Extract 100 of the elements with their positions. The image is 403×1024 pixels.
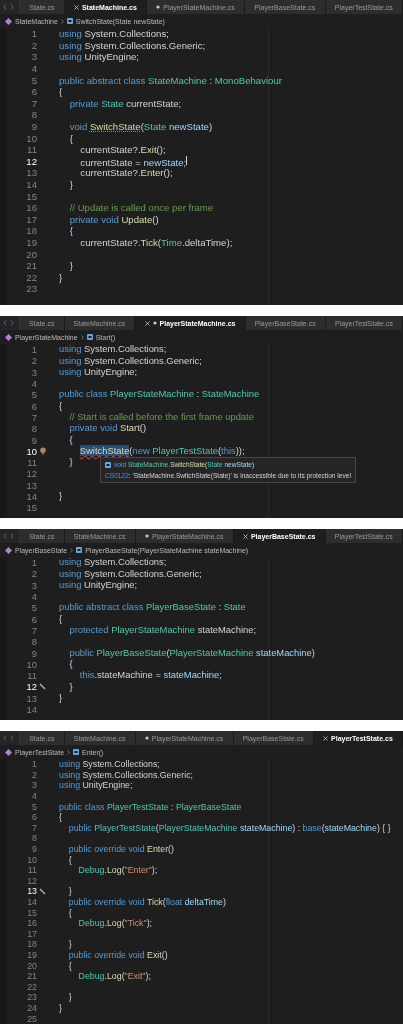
line-number: 3 <box>31 780 37 791</box>
code-line: { <box>67 907 72 918</box>
line-number: 10 <box>25 445 37 457</box>
code-line: using UnityEngine; <box>59 780 133 791</box>
line-number: 7 <box>30 97 37 109</box>
line-number: 10 <box>26 854 37 865</box>
line-number: 14 <box>25 704 37 715</box>
line-number: 11 <box>26 144 37 156</box>
code-line: private State currentState; <box>68 97 182 109</box>
code-line: using System.Collections.Generic; <box>59 769 193 780</box>
code-line: private void Start() <box>68 423 147 435</box>
line-number: 13 <box>25 479 37 491</box>
code-line: public override void Enter() <box>67 844 174 855</box>
line-number: 6 <box>31 812 37 823</box>
forward-icon[interactable] <box>10 533 14 539</box>
code-line: public PlayerTestState(PlayerStateMachine stateMachine) : base(stateMachine) { } <box>67 822 391 833</box>
code-line: Debug.Log("Enter"); <box>77 865 158 876</box>
back-icon[interactable] <box>3 320 7 326</box>
back-icon[interactable] <box>3 4 7 10</box>
close-icon[interactable] <box>144 320 150 326</box>
code-line: using System.Collections; <box>59 28 169 40</box>
code-line: currentState?.Enter(); <box>79 167 173 179</box>
line-number: 23 <box>25 283 37 295</box>
line-number: 14 <box>26 897 37 907</box>
code-line: { <box>68 658 73 670</box>
line-number: 20 <box>25 248 37 260</box>
code-line: using System.Collections; <box>59 557 167 569</box>
code-line: } <box>68 681 73 693</box>
line-number: 12 <box>25 155 37 167</box>
line-number: 16 <box>25 202 37 214</box>
code-line: } <box>59 271 63 283</box>
line-number: 21 <box>25 260 37 272</box>
code-line: } <box>68 179 73 191</box>
line-number: 13 <box>26 886 37 897</box>
code-line: { <box>68 132 73 144</box>
code-line: } <box>59 491 63 502</box>
code-line: public PlayerBaseState(PlayerStateMachine stateMachine) <box>68 647 315 659</box>
close-icon[interactable] <box>242 533 248 539</box>
line-number: 9 <box>30 647 37 659</box>
forward-icon[interactable] <box>10 735 14 741</box>
code-line: this.stateMachine = stateMachine; <box>78 670 222 681</box>
line-number: 1 <box>30 28 37 40</box>
line-number: 1 <box>30 344 37 356</box>
code-line: using System.Collections.Generic; <box>59 39 206 51</box>
line-number: 19 <box>25 237 37 248</box>
code-line: SwitchState(new PlayerTestState(this)); <box>78 445 245 457</box>
line-number: 6 <box>30 613 37 625</box>
class-icon <box>5 17 12 25</box>
code-line: public override void Tick(float deltaTime) <box>67 896 226 908</box>
line-number: 5 <box>30 602 37 614</box>
code-line: { <box>59 613 63 625</box>
code-line: { <box>59 400 63 412</box>
forward-icon[interactable] <box>10 320 14 326</box>
code-line: { <box>67 854 72 865</box>
line-number: 3 <box>30 579 37 591</box>
lightbulb-icon[interactable] <box>39 447 47 456</box>
line-number: 2 <box>31 769 37 780</box>
line-number: 12 <box>25 681 37 693</box>
code-line: currentState?.Exit(); <box>79 144 166 156</box>
line-number: 1 <box>30 557 37 569</box>
code-line: Debug.Log("Tick"); <box>77 918 152 929</box>
close-icon[interactable] <box>323 735 329 741</box>
line-number: 22 <box>25 271 37 283</box>
line-number: 8 <box>31 833 37 844</box>
line-number: 9 <box>30 434 37 446</box>
code-line: } <box>67 939 72 950</box>
code-line: Debug.Log("Exit"); <box>77 971 151 982</box>
line-number: 23 <box>26 992 37 1003</box>
line-number: 13 <box>25 167 37 179</box>
line-number: 13 <box>25 692 37 704</box>
code-line: { <box>68 434 73 446</box>
method-icon <box>76 547 83 553</box>
line-number: 3 <box>30 51 37 63</box>
code-line: protected PlayerStateMachine stateMachine; <box>68 625 256 636</box>
method-icon <box>86 334 93 340</box>
line-number: 10 <box>25 132 37 144</box>
code-line: private void Update() <box>68 213 159 225</box>
line-number: 8 <box>30 423 37 435</box>
line-number: 12 <box>26 875 37 886</box>
code-line: } <box>67 886 72 897</box>
unsaved-dot-icon <box>144 534 149 538</box>
line-number: 7 <box>30 624 37 636</box>
code-line: void SwitchState(State newState) <box>68 121 213 133</box>
code-line: using UnityEngine; <box>59 51 139 63</box>
line-number: 4 <box>30 591 37 603</box>
line-number: 22 <box>26 981 37 992</box>
line-number: 3 <box>30 366 37 378</box>
line-number: 5 <box>30 74 37 86</box>
class-icon <box>5 333 12 341</box>
close-icon[interactable] <box>73 4 79 10</box>
line-number: 8 <box>30 636 37 648</box>
line-number: 9 <box>30 121 37 133</box>
code-line: using UnityEngine; <box>59 579 138 591</box>
line-number: 5 <box>31 801 37 812</box>
line-number: 6 <box>30 400 37 412</box>
code-line: using System.Collections.Generic; <box>59 568 202 580</box>
line-number: 15 <box>25 190 37 202</box>
back-icon[interactable] <box>3 735 7 741</box>
back-icon[interactable] <box>3 533 7 539</box>
forward-icon[interactable] <box>10 4 14 10</box>
